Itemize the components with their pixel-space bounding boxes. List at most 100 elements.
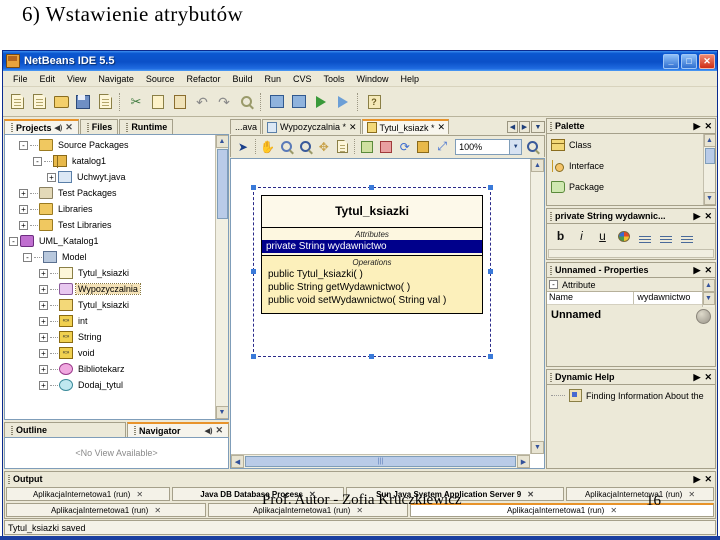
close-button[interactable]: ✕: [699, 53, 715, 69]
close-icon[interactable]: ✕: [704, 372, 712, 383]
find-icon[interactable]: [236, 92, 256, 112]
resize-handle-ne[interactable]: [488, 185, 493, 190]
resize-handle-sw[interactable]: [251, 354, 256, 359]
tab-scroll-left-icon[interactable]: ◀: [507, 121, 518, 133]
tree-item-string[interactable]: + «» String: [7, 329, 228, 345]
format-horizontal-scrollbar[interactable]: [548, 249, 714, 258]
canvas-vertical-scrollbar[interactable]: ▲ ▼: [530, 159, 544, 454]
expand-toggle-icon[interactable]: +: [39, 364, 48, 374]
resize-handle-se[interactable]: [488, 354, 493, 359]
clean-build-icon[interactable]: [289, 92, 309, 112]
tab-navigator[interactable]: Navigator ◀) ✕: [127, 422, 229, 437]
scroll-down-icon[interactable]: ▼: [531, 441, 544, 454]
zoom-in-button[interactable]: [523, 138, 541, 156]
property-row-name[interactable]: Name wydawnictwo: [547, 292, 715, 305]
uml-attribute-row[interactable]: private String wydawnictwo: [262, 240, 482, 253]
scroll-right-icon[interactable]: ▶: [517, 455, 530, 468]
scrollbar-thumb[interactable]: [704, 148, 715, 164]
menu-run[interactable]: Run: [258, 74, 287, 84]
editor-tab-java[interactable]: ...ava: [230, 119, 262, 134]
menu-view[interactable]: View: [61, 74, 92, 84]
projects-vertical-scrollbar[interactable]: ▲ ▼: [215, 135, 228, 419]
output-tab-close-icon[interactable]: ✕: [688, 490, 695, 499]
palette-item-package[interactable]: Package: [547, 176, 715, 197]
resize-handle-s[interactable]: [369, 354, 374, 359]
menu-tools[interactable]: Tools: [318, 74, 351, 84]
run-project-icon[interactable]: [311, 92, 331, 112]
expand-toggle-icon[interactable]: +: [47, 172, 56, 182]
uml-operation-row[interactable]: public String getWydawnictwo( ): [262, 281, 482, 294]
output-tab-aplikacja-run-3[interactable]: AplikacjaInternetowa1 (run) ✕: [6, 503, 206, 517]
output-tab-aplikacja-run-1[interactable]: AplikacjaInternetowa1 (run) ✕: [6, 487, 170, 501]
editor-tab-wypozyczalnia[interactable]: Wypozyczalnia * ✕: [262, 119, 361, 134]
move-tool-icon[interactable]: ✥: [315, 138, 333, 156]
output-tab-close-icon[interactable]: ✕: [610, 506, 617, 515]
expand-toggle-icon[interactable]: +: [39, 300, 48, 310]
menu-window[interactable]: Window: [351, 74, 395, 84]
tab-outline[interactable]: Outline: [4, 422, 126, 437]
copy-icon[interactable]: [148, 92, 168, 112]
expand-toggle-icon[interactable]: +: [39, 316, 48, 326]
scroll-down-icon[interactable]: ▼: [703, 192, 715, 205]
float-icon[interactable]: ▶: [694, 474, 701, 485]
tree-item-dodaj-tytul[interactable]: + Dodaj_tytul: [7, 377, 228, 393]
expand-toggle-icon[interactable]: +: [19, 204, 28, 214]
expand-toggle-icon[interactable]: +: [39, 268, 48, 278]
tree-item-tytul-ksiazki-diagram[interactable]: + Tytul_ksiazki: [7, 265, 228, 281]
uml-class-shape[interactable]: Tytul_ksiazki Attributes private String …: [261, 195, 483, 314]
tree-item-tytul-ksiazki-class[interactable]: + Tytul_ksiazki: [7, 297, 228, 313]
tab-projects[interactable]: Projects ◀) ✕: [4, 119, 79, 134]
open-project-icon[interactable]: [51, 92, 71, 112]
expand-toggle-icon[interactable]: -: [19, 140, 28, 150]
expand-toggle-icon[interactable]: -: [23, 252, 32, 262]
tree-item-libraries[interactable]: + Libraries: [7, 201, 228, 217]
editor-tab-close-icon[interactable]: ✕: [438, 122, 446, 133]
fit-page-icon[interactable]: [334, 138, 352, 156]
export-image-icon[interactable]: [377, 138, 395, 156]
palette-item-class[interactable]: Class: [547, 134, 715, 155]
scrollbar-thumb[interactable]: [216, 149, 228, 219]
tab-projects-close-icon[interactable]: ✕: [65, 122, 73, 133]
scroll-left-icon[interactable]: ◀: [231, 455, 244, 468]
uml-operation-row[interactable]: public void setWydawnictwo( String val ): [262, 294, 482, 307]
resize-handle-nw[interactable]: [251, 185, 256, 190]
expand-toggle-icon[interactable]: +: [39, 332, 48, 342]
pan-tool-icon[interactable]: ✋: [259, 138, 277, 156]
float-icon[interactable]: ▶: [694, 265, 701, 276]
underline-icon[interactable]: u: [593, 227, 612, 246]
output-tab-close-icon[interactable]: ✕: [136, 490, 143, 499]
tree-item-test-libraries[interactable]: + Test Libraries: [7, 217, 228, 233]
menu-refactor[interactable]: Refactor: [180, 74, 226, 84]
bold-icon[interactable]: b: [551, 227, 570, 246]
output-tab-close-icon[interactable]: ✕: [527, 490, 534, 499]
expand-toggle-icon[interactable]: -: [33, 156, 42, 166]
expand-toggle-icon[interactable]: +: [39, 284, 48, 294]
expand-toggle-icon[interactable]: +: [39, 348, 48, 358]
tab-runtime[interactable]: Runtime: [119, 119, 174, 134]
menu-help[interactable]: Help: [395, 74, 426, 84]
scroll-up-icon[interactable]: ▲: [531, 159, 544, 172]
editor-tab-tytul-ksiazki[interactable]: Tytul_ksiazk * ✕: [361, 119, 450, 134]
resize-handle-e[interactable]: [488, 269, 493, 274]
zoom-in-icon[interactable]: [296, 138, 314, 156]
tree-item-uml-katalog1[interactable]: - UML_Katalog1: [7, 233, 228, 249]
editor-tab-close-icon[interactable]: ✕: [349, 122, 357, 133]
float-icon[interactable]: ▶: [694, 372, 701, 383]
expand-toggle-icon[interactable]: +: [19, 188, 28, 198]
tab-navigator-close-icon[interactable]: ✕: [215, 425, 223, 436]
fit-window-icon[interactable]: ⤢: [433, 138, 451, 156]
close-icon[interactable]: ✕: [704, 265, 712, 276]
maximize-button[interactable]: □: [681, 53, 697, 69]
zoom-level-combobox[interactable]: 100% ▼: [455, 138, 523, 155]
menu-cvs[interactable]: CVS: [287, 74, 318, 84]
menu-navigate[interactable]: Navigate: [92, 74, 140, 84]
refresh-icon[interactable]: ⟳: [396, 138, 414, 156]
output-tab-aplikacja-run-2[interactable]: AplikacjaInternetowa1 (run) ✕: [566, 487, 714, 501]
palette-item-interface[interactable]: Interface: [547, 155, 715, 176]
close-icon[interactable]: ✕: [704, 211, 712, 222]
resize-handle-n[interactable]: [369, 185, 374, 190]
scroll-up-icon[interactable]: ▲: [215, 135, 228, 148]
undo-icon[interactable]: ↶: [192, 92, 212, 112]
close-icon[interactable]: ✕: [704, 474, 712, 485]
italic-icon[interactable]: i: [572, 227, 591, 246]
